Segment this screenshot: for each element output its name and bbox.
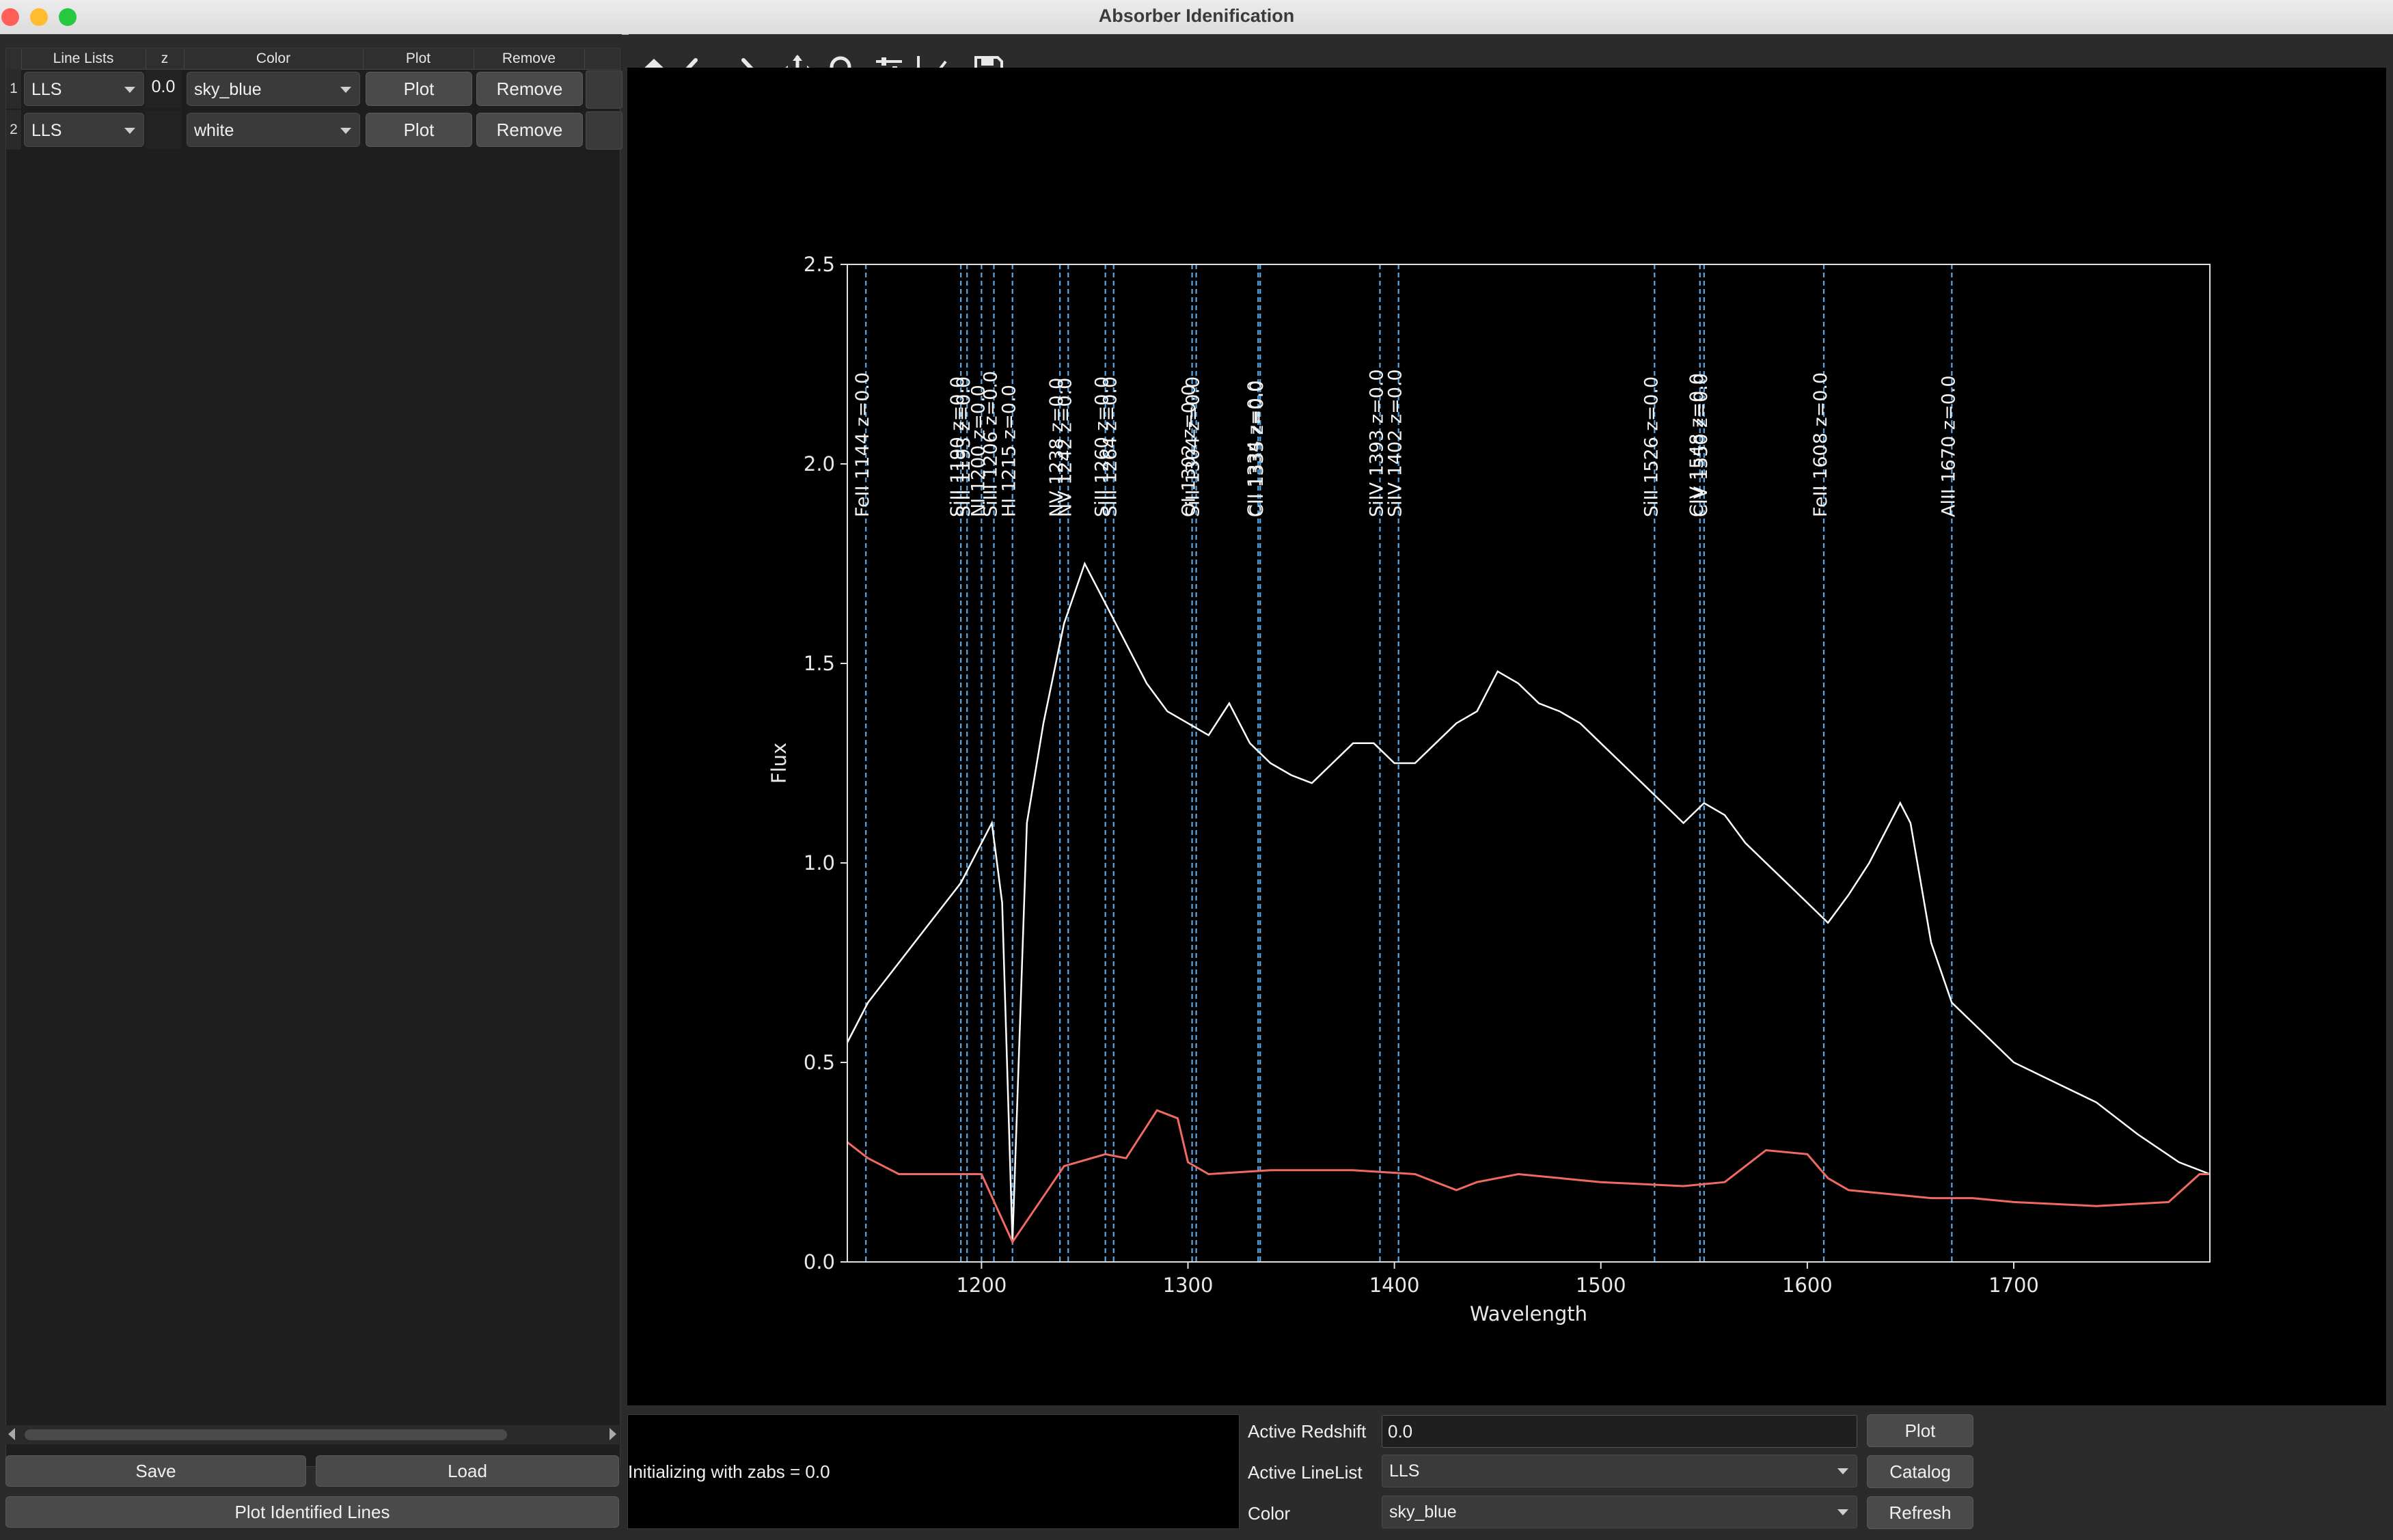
active-linelist-value: LLS	[1389, 1461, 1420, 1481]
catalog-button[interactable]: Catalog	[1867, 1455, 1973, 1488]
status-message: Initializing with zabs = 0.0	[628, 1461, 830, 1482]
y-tick-label: 1.5	[804, 652, 835, 675]
row-header-corner	[6, 49, 22, 69]
y-tick-label: 0.5	[804, 1051, 835, 1074]
line-label: CIV 1550 z=0.0	[1691, 373, 1712, 517]
line-list-value-1: LLS	[31, 80, 62, 99]
color-value-1: sky_blue	[194, 80, 262, 99]
row-number-2: 2	[6, 110, 21, 150]
x-tick-label: 1600	[1782, 1274, 1833, 1297]
x-tick-label: 1200	[956, 1274, 1007, 1297]
window-title-bar: Absorber Idenification	[0, 0, 2393, 35]
row-number-1: 1	[6, 69, 21, 109]
color-select-1[interactable]: sky_blue	[187, 72, 360, 106]
color-select-value: sky_blue	[1389, 1502, 1457, 1522]
color-select-2[interactable]: white	[187, 113, 360, 147]
col-header-remove[interactable]: Remove	[474, 49, 585, 69]
line-list-select-1[interactable]: LLS	[24, 72, 144, 106]
window-title: Absorber Idenification	[1098, 5, 1295, 26]
line-label: NV 1242 z=0.0	[1054, 378, 1076, 517]
remove-row-button-2[interactable]: Remove	[476, 113, 583, 147]
line-list-panel: Line Lists z Color Plot Remove 1 LLS 0.0…	[0, 34, 623, 1540]
col-header-z[interactable]: z	[146, 49, 184, 69]
z-cell-1[interactable]: 0.0	[146, 70, 181, 108]
y-tick-label: 2.0	[804, 452, 835, 476]
color-label: Color	[1248, 1503, 1291, 1524]
line-list-value-2: LLS	[31, 121, 62, 140]
chevron-down-icon	[1837, 1509, 1848, 1515]
line-label: SiII 1526 z=0.0	[1641, 376, 1662, 517]
line-label: AlII 1670 z=0.0	[1938, 375, 1959, 517]
col-header-color[interactable]: Color	[184, 49, 364, 69]
x-tick-label: 1400	[1369, 1274, 1420, 1297]
line-label: FeII 1608 z=0.0	[1810, 372, 1831, 517]
active-linelist-select[interactable]: LLS	[1382, 1455, 1857, 1487]
chevron-down-icon	[1837, 1468, 1848, 1474]
table-header: Line Lists z Color Plot Remove	[6, 49, 620, 70]
line-label: HI 1215 z=0.0	[999, 385, 1020, 517]
color-value-2: white	[194, 121, 234, 140]
x-axis-label: Wavelength	[1470, 1302, 1587, 1325]
active-redshift-label: Active Redshift	[1248, 1421, 1367, 1442]
series-error	[847, 1109, 2210, 1244]
line-label: FeII 1144 z=0.0	[852, 372, 873, 517]
extra-cell-1[interactable]	[586, 70, 623, 109]
plot-button[interactable]: Plot	[1867, 1414, 1973, 1447]
y-tick-label: 1.0	[804, 851, 835, 875]
line-list-table: Line Lists z Color Plot Remove 1 LLS 0.0…	[5, 48, 623, 1467]
line-label: SiIV 1402 z=0.0	[1385, 369, 1406, 517]
y-axis-label: Flux	[767, 743, 791, 784]
x-tick-label: 1500	[1576, 1274, 1626, 1297]
y-tick-label: 0.0	[804, 1250, 835, 1274]
x-tick-label: 1300	[1163, 1274, 1214, 1297]
refresh-button[interactable]: Refresh	[1867, 1496, 1973, 1529]
active-linelist-label: Active LineList	[1248, 1462, 1363, 1483]
color-select[interactable]: sky_blue	[1382, 1496, 1857, 1528]
line-list-select-2[interactable]: LLS	[24, 113, 144, 147]
table-horizontal-scrollbar[interactable]	[5, 1425, 619, 1444]
scroll-left-icon[interactable]	[8, 1428, 15, 1440]
y-tick-label: 2.5	[804, 253, 835, 276]
spectrum-plot-canvas[interactable]: FeII 1144 z=0.0 SiII 1190 z=0.0 SiII 1193 …	[627, 68, 2386, 1405]
col-header-plot[interactable]: Plot	[363, 49, 474, 69]
chevron-down-icon	[124, 87, 135, 93]
col-header-line-lists[interactable]: Line Lists	[21, 49, 146, 69]
plot-identified-lines-button[interactable]: Plot Identified Lines	[5, 1496, 619, 1528]
line-label: SiII 1304 z=0.0	[1183, 376, 1204, 517]
line-label: SiII 1264 z=0.0	[1100, 376, 1121, 517]
active-redshift-input[interactable]: 0.0	[1382, 1415, 1857, 1448]
chevron-down-icon	[124, 128, 135, 134]
series-flux	[846, 561, 2211, 1242]
x-tick-label: 1700	[1988, 1274, 2039, 1297]
spectrum-chart[interactable]: FeII 1144 z=0.0 SiII 1190 z=0.0SiII 1193 …	[627, 68, 2386, 1405]
plot-row-button-2[interactable]: Plot	[366, 113, 472, 147]
z-cell-2[interactable]	[146, 111, 181, 149]
scroll-right-icon[interactable]	[610, 1428, 616, 1440]
scrollbar-thumb[interactable]	[25, 1429, 507, 1440]
chevron-down-icon	[340, 128, 351, 134]
extra-cell-2[interactable]	[586, 111, 623, 150]
col-header-extra	[584, 49, 620, 69]
remove-row-button-1[interactable]: Remove	[476, 72, 583, 106]
save-button[interactable]: Save	[5, 1455, 306, 1487]
load-button[interactable]: Load	[316, 1455, 619, 1487]
spectrum-series	[846, 561, 2211, 1244]
message-box: Initializing with zabs = 0.0	[627, 1414, 1240, 1529]
chevron-down-icon	[340, 87, 351, 93]
line-label: CII 1335 z=0.0	[1246, 381, 1268, 517]
plot-row-button-1[interactable]: Plot	[366, 72, 472, 106]
